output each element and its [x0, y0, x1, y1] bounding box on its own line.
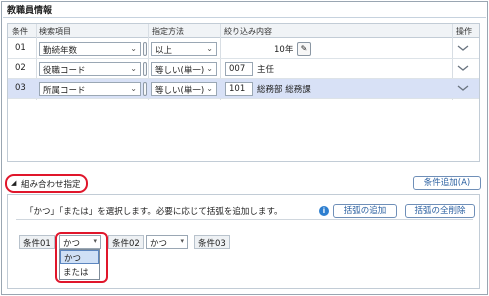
method-value: 以上 — [155, 46, 173, 56]
add-condition-button[interactable]: 条件追加(A) — [413, 176, 481, 190]
code-input[interactable]: 007 — [225, 62, 253, 76]
chevron-down-icon: ⌄ — [130, 44, 137, 53]
grid-row-02[interactable]: 02 役職コード ⌄ 等しい(単一) ⌄ 007 主任 — [8, 59, 479, 79]
operator-select-2[interactable]: かつ ▾ — [146, 235, 188, 249]
header-condition: 条件 — [12, 27, 28, 36]
pencil-icon[interactable]: ✎ — [297, 42, 311, 56]
header-op: 操作 — [456, 27, 472, 36]
chevron-down-icon: ⌄ — [206, 64, 213, 73]
condition-tag-01: 条件01 — [19, 235, 55, 249]
description-divider — [16, 219, 473, 220]
chevron-down-icon: ⌄ — [206, 84, 213, 93]
value-text: 主任 — [257, 65, 275, 75]
field-value: 勤続年数 — [43, 46, 78, 56]
dropdown-option-and[interactable]: かつ — [60, 250, 99, 264]
condition-grid: 条件 検索項目 指定方法 絞り込み内容 操作 01 勤続年数 ⌄ 以上 ⌄ 10年 … — [7, 23, 480, 162]
row-number: 02 — [15, 63, 26, 73]
value-text: 総務部 総務課 — [257, 85, 311, 95]
field-value: 役職コード — [43, 66, 86, 76]
grid-row-03[interactable]: 03 所属コード ⌄ 等しい(単一) ⌄ 101 総務部 総務課 — [8, 79, 479, 99]
field-value: 所属コード — [43, 86, 86, 96]
header-method: 指定方法 — [152, 27, 184, 36]
chevron-down-icon: ▾ — [180, 237, 184, 245]
field-select[interactable]: 所属コード ⌄ — [39, 82, 141, 96]
operator-dropdown-list: かつ または — [59, 249, 100, 280]
drag-handle[interactable] — [143, 42, 147, 56]
field-select[interactable]: 役職コード ⌄ — [39, 62, 141, 76]
section-title: 教職員情報 — [7, 6, 53, 16]
method-select[interactable]: 等しい(単一) ⌄ — [151, 62, 217, 76]
drag-handle[interactable] — [143, 82, 147, 96]
operator-value-2: かつ — [150, 239, 168, 249]
chevron-down-icon[interactable] — [457, 42, 469, 54]
grid-row-01[interactable]: 01 勤続年数 ⌄ 以上 ⌄ 10年 ✎ — [8, 39, 479, 59]
condition-tag-03: 条件03 — [194, 235, 230, 249]
info-icon: i — [319, 206, 329, 216]
row-number: 01 — [15, 43, 26, 53]
grid-header: 条件 検索項目 指定方法 絞り込み内容 操作 — [8, 24, 479, 38]
method-value: 等しい(単一) — [155, 66, 205, 76]
value-text: 10年 — [274, 45, 294, 55]
method-select[interactable]: 以上 ⌄ — [151, 42, 217, 56]
method-select[interactable]: 等しい(単一) ⌄ — [151, 82, 217, 96]
dropdown-option-or[interactable]: または — [60, 265, 99, 279]
triangle-toggle-icon: ◢ — [11, 179, 17, 187]
chevron-down-icon: ⌄ — [206, 44, 213, 53]
header-field: 検索項目 — [39, 27, 71, 36]
row-number: 03 — [15, 83, 26, 93]
combination-toggle-label: 組み合わせ指定 — [21, 180, 81, 190]
code-input[interactable]: 101 — [225, 82, 253, 96]
header-content: 絞り込み内容 — [224, 27, 272, 36]
chevron-down-icon[interactable] — [457, 62, 469, 74]
field-select[interactable]: 勤続年数 ⌄ — [39, 42, 141, 56]
add-paren-button[interactable]: 括弧の追加 — [333, 204, 397, 218]
chevron-down-icon: ⌄ — [130, 64, 137, 73]
chevron-down-icon[interactable] — [457, 82, 469, 94]
combination-description: 「かつ」「または」を選択します。必要に応じて括弧を追加します。 — [25, 207, 283, 217]
combination-toggle[interactable]: ◢ 組み合わせ指定 — [5, 174, 88, 193]
delete-parens-button[interactable]: 括弧の全削除 — [405, 204, 475, 218]
drag-handle[interactable] — [143, 62, 147, 76]
title-divider — [3, 17, 486, 18]
method-value: 等しい(単一) — [155, 86, 205, 96]
condition-tag-02: 条件02 — [108, 235, 144, 249]
chevron-down-icon: ⌄ — [130, 84, 137, 93]
